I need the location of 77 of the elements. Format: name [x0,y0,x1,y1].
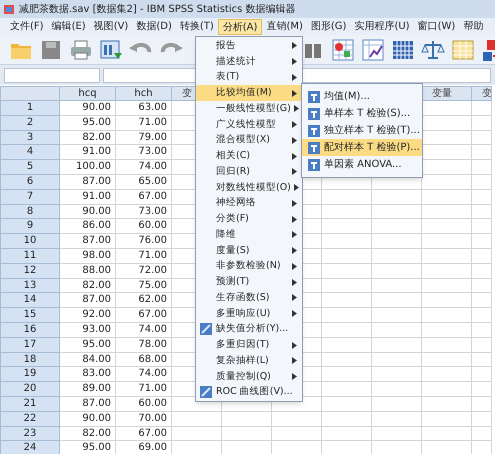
table-cell: 69.00 [116,441,172,454]
menu-entry-label: 缺失值分析(Y)... [216,322,288,336]
table-cell: 60.00 [116,396,172,412]
table-cell: 71.00 [116,116,172,131]
menu-entry-label: 表(T) [216,70,240,84]
table-cell: 95.00 [60,338,116,353]
menu-entry-label: 独立样本 T 检验(T)... [324,124,420,138]
table-cell: 91.00 [60,190,116,205]
table-cell: 74.00 [116,367,172,382]
table-cell: 63.00 [116,101,172,116]
menu-entry-label: 非参数检验(N) [216,259,281,274]
table-cell: 82.00 [60,130,116,146]
table-cell: 90.00 [60,204,116,220]
table-cell: 87.00 [60,234,116,249]
table-cell: 95.00 [60,116,116,131]
menu-entry-label: 多重响应(U) [216,306,270,320]
table-cell: 74.00 [116,160,172,175]
table-cell: 67.00 [116,308,172,323]
table-cell: 67.00 [116,426,172,442]
table-cell: 62.00 [116,293,172,308]
table-cell: 67.00 [116,190,172,205]
table-cell: 90.00 [60,412,116,427]
table-cell: 73.00 [116,145,172,160]
menu-entry-label: 回归(R) [216,164,250,179]
table-cell: 68.00 [116,352,172,368]
table-cell: 71.00 [116,248,172,264]
table-cell: 98.00 [60,248,116,264]
menu-entry-label: 对数线性模型(O) [216,180,291,194]
menu-entry-label: 质量控制(Q) [216,370,271,384]
table-cell: 82.00 [60,426,116,442]
menu-entry-label: 多重归因(T) [216,338,270,352]
table-cell: 78.00 [116,338,172,353]
table-cell: 86.00 [60,219,116,234]
menu-entry-label: 单因素 ANOVA... [324,158,402,172]
table-cell: 76.00 [116,234,172,249]
table-cell: 83.00 [60,367,116,382]
table-cell: 74.00 [116,322,172,338]
menu-entry-label: 报告 [216,38,236,53]
menu-entry-label: ROC 曲线图(V)... [216,385,293,400]
table-cell: 72.00 [116,264,172,279]
table-cell: 70.00 [116,412,172,427]
menu-entry-label: 一般线性模型(G) [216,102,291,116]
menu-entry-label: 配对样本 T 检验(P)... [324,140,420,155]
table-cell: 60.00 [116,219,172,234]
table-cell: 87.00 [60,396,116,412]
menu-entry-label: 混合模型(X) [216,133,270,148]
menu-entry-label: 降维 [216,228,236,242]
menu-entry-label: 广义线性模型 [216,118,276,132]
table-cell: 79.00 [116,130,172,146]
menu-entry-label: 度量(S) [216,244,250,258]
table-cell: 93.00 [60,322,116,338]
menu-entry-label: 比较均值(M) [216,86,272,100]
table-cell: 82.00 [60,278,116,294]
table-cell: 89.00 [60,382,116,397]
table-cell: 95.00 [60,441,116,454]
menu-entry-label: 复杂抽样(L) [216,354,269,368]
menu-entry-label: 生存函数(S) [216,290,270,305]
table-cell: 100.00 [60,160,116,175]
table-cell: 92.00 [60,308,116,323]
table-cell: 91.00 [60,145,116,160]
table-cell: 71.00 [116,382,172,397]
menu-entry-label: 神经网络 [216,196,256,210]
table-cell: 84.00 [60,352,116,368]
table-cell: 65.00 [116,174,172,190]
table-cell: 90.00 [60,101,116,116]
window-title: 减肥茶数据.sav [数据集2] - IBM SPSS Statistics 数据编辑器 [19,2,296,16]
menu-entry-label: 相关(C) [216,149,250,163]
menu-entry-label: 描述统计 [216,54,256,68]
menu-entry-label: 预测(T) [216,275,250,289]
menu-entry-label: 分类(F) [216,212,249,226]
menu-entry-label: 均值(M)... [324,90,370,104]
table-cell: 73.00 [116,204,172,220]
table-cell: 75.00 [116,278,172,294]
table-cell: 87.00 [60,174,116,190]
table-cell: 87.00 [60,293,116,308]
menu-entry-label: 单样本 T 检验(S)... [324,106,410,121]
table-cell: 88.00 [60,264,116,279]
